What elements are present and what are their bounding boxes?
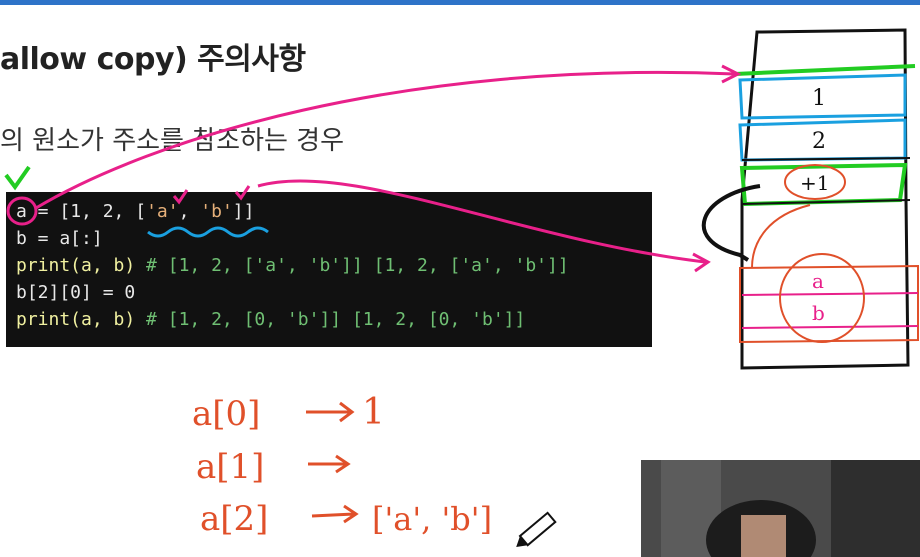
black-arrow xyxy=(701,184,761,262)
code-var-a: a xyxy=(16,201,27,222)
code-line-5: print(a, b) # [1, 2, [0, 'b']] [1, 2, [0… xyxy=(16,309,526,330)
memory-cell-1 xyxy=(738,73,907,120)
inner-list-circle xyxy=(779,253,865,343)
code-line-3: print(a, b) # [1, 2, ['a', 'b']] [1, 2, … xyxy=(16,255,569,276)
slide-subtitle: 의 원소가 주소를 참조하는 경우 xyxy=(0,126,345,156)
memory-cell-2-label: 2 xyxy=(812,129,826,154)
code-line-1: a = [1, 2, ['a', 'b']] xyxy=(16,201,255,222)
code-line-4: b[2][0] = 0 xyxy=(16,282,136,303)
hw-line1-value: 1 xyxy=(362,392,385,433)
pencil-icon xyxy=(516,511,557,548)
hw-line2-expr: a[1] xyxy=(196,447,264,487)
memory-box xyxy=(740,28,910,370)
inner-cell-b-label: b xyxy=(812,301,825,325)
memory-cell-2 xyxy=(738,118,907,162)
webcam-feed xyxy=(641,460,920,557)
slide-title: allow copy) 주의사항 xyxy=(0,42,306,77)
code-line-2: b = a[:] xyxy=(16,228,103,249)
hw-line3-expr: a[2] xyxy=(200,499,268,539)
hw-line1-expr: a[0] xyxy=(192,394,260,434)
inner-cell-a-label: a xyxy=(812,269,824,293)
memory-cell-1-label: 1 xyxy=(812,86,826,111)
hw-line3-value: ['a', 'b'] xyxy=(372,500,492,538)
red-circle-ref xyxy=(784,164,846,200)
green-line-top xyxy=(734,64,916,76)
green-check xyxy=(4,165,31,191)
inner-list-box xyxy=(739,264,919,344)
accent-bar xyxy=(0,0,920,5)
memory-cell-3 xyxy=(739,162,908,207)
memory-cell-3-label: +1 xyxy=(800,171,829,195)
code-block: a = [1, 2, ['a', 'b']] b = a[:] print(a,… xyxy=(6,192,652,347)
